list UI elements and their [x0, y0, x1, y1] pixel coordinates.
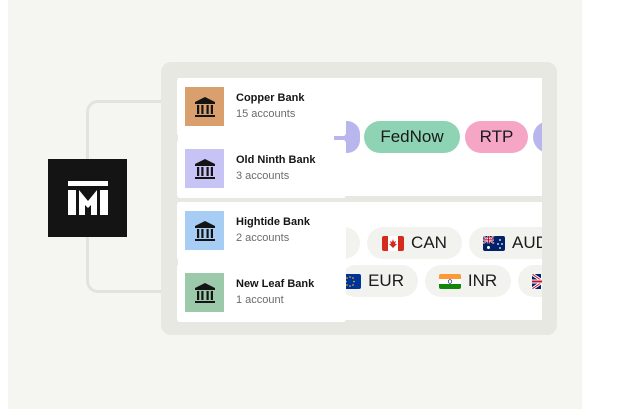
bank-name: Copper Bank [236, 92, 305, 104]
uk-flag-icon [532, 273, 542, 289]
currency-code: INR [467, 271, 498, 290]
currency-pill-aud: AUD [469, 227, 542, 259]
currency-pill-can: CAN [367, 227, 462, 259]
account-card-old-ninth-bank[interactable]: Old Ninth Bank 3 accounts [177, 140, 346, 198]
currency-code: AUD [512, 233, 542, 252]
account-count: 3 accounts [236, 170, 290, 182]
currency-pill-eur: EUR [339, 265, 418, 297]
rail-pill-rtp: RTP [465, 121, 528, 153]
india-flag-icon [438, 273, 461, 289]
account-count: 1 account [236, 294, 284, 306]
account-card-new-leaf-bank[interactable]: New Leaf Bank 1 account [177, 264, 346, 322]
account-count: 15 accounts [236, 108, 296, 120]
bank-building-icon [194, 96, 215, 117]
bank-tile [185, 211, 224, 250]
rail-pill-partial-right [533, 121, 542, 153]
brand-logo [48, 159, 127, 237]
account-card-copper-bank[interactable]: Copper Bank 15 accounts [177, 78, 346, 136]
brand-mark-icon [67, 181, 108, 215]
rail-pill-fednow: FedNow [364, 121, 460, 153]
bank-tile [185, 149, 224, 188]
account-count: 2 accounts [236, 232, 290, 244]
bank-tile [185, 87, 224, 126]
bank-building-icon [194, 282, 215, 303]
bank-tile [185, 273, 224, 312]
bank-building-icon [194, 220, 215, 241]
currency-code: EUR [368, 271, 404, 290]
bank-building-icon [194, 158, 215, 179]
australia-flag-icon [483, 235, 505, 251]
account-card-hightide-bank[interactable]: Hightide Bank 2 accounts [177, 202, 346, 260]
bank-name: Old Ninth Bank [236, 154, 316, 166]
currency-pill-partial-right [518, 265, 542, 297]
currency-code: CAN [411, 233, 447, 252]
canada-flag-icon [382, 235, 405, 251]
currency-pill-inr: INR [425, 265, 511, 297]
bank-name: Hightide Bank [236, 216, 310, 228]
bank-name: New Leaf Bank [236, 278, 315, 290]
